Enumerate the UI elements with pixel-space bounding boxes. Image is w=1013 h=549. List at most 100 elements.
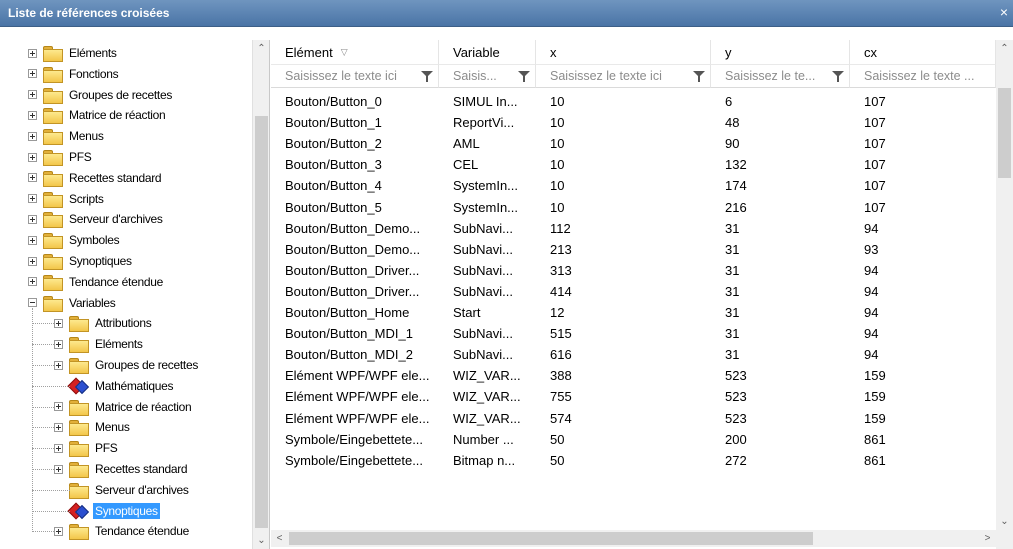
table-row[interactable]: Bouton/Button_Driver... SubNavi... 313 31 94 — [271, 260, 996, 281]
tree-item[interactable]: Eléments — [28, 43, 119, 63]
filter-input-y[interactable]: Saisissez le te... — [711, 64, 850, 88]
table-row[interactable]: Bouton/Button_4 SystemIn... 10 174 107 — [271, 175, 996, 196]
expand-icon[interactable] — [54, 318, 63, 328]
category-tree: Eléments Fonctions Groupes de recettes Matr… — [0, 40, 252, 549]
expand-icon[interactable] — [54, 339, 63, 349]
tree-item[interactable]: Scripts — [28, 189, 106, 209]
table-row[interactable]: Bouton/Button_Home Start 12 31 94 — [271, 302, 996, 323]
expand-icon[interactable] — [54, 360, 63, 370]
table-row[interactable]: Bouton/Button_0 SIMUL In... 10 6 107 — [271, 91, 996, 112]
tree-item[interactable]: Serveur d'archives — [54, 480, 191, 500]
table-row[interactable]: Bouton/Button_MDI_1 SubNavi... 515 31 94 — [271, 323, 996, 344]
cell-x: 10 — [550, 178, 565, 194]
collapse-icon[interactable] — [28, 298, 37, 308]
table-row[interactable]: Elément WPF/WPF ele... WIZ_VAR... 755 523 15… — [271, 386, 996, 407]
table-row[interactable]: Bouton/Button_Demo... SubNavi... 112 31 94 — [271, 218, 996, 239]
filter-input-x[interactable]: Saisissez le texte ici — [536, 64, 711, 88]
tree-connector — [32, 307, 33, 533]
scroll-down-icon[interactable]: ⌄ — [253, 532, 269, 549]
table-row[interactable]: Symbole/Eingebettete... Bitmap n... 50 272 8… — [271, 450, 996, 471]
expand-icon[interactable] — [54, 464, 63, 474]
grid-vertical-scrollbar[interactable]: ⌃ ⌄ — [996, 40, 1013, 530]
tree-item[interactable]: Groupes de recettes — [54, 355, 200, 375]
tree-vertical-scrollbar[interactable]: ⌃ ⌄ — [252, 40, 269, 549]
column-header-x[interactable]: x — [536, 40, 711, 64]
table-row[interactable]: Bouton/Button_Demo... SubNavi... 213 31 93 — [271, 239, 996, 260]
filter-icon[interactable] — [692, 70, 706, 83]
filter-input-element[interactable]: Saisissez le texte ici — [271, 64, 439, 88]
grid-pane: Elément ▽ Saisissez le texte ici Variable Sa… — [271, 40, 1013, 549]
table-row[interactable]: Bouton/Button_5 SystemIn... 10 216 107 — [271, 197, 996, 218]
tree-item[interactable]: Matrice de réaction — [28, 105, 167, 125]
tree-item[interactable]: Tendance étendue — [54, 521, 191, 541]
tree-item[interactable]: Symboles — [28, 230, 121, 250]
expand-icon[interactable] — [28, 131, 37, 141]
tree-item[interactable]: Synoptiques — [28, 251, 134, 271]
expand-icon[interactable] — [28, 173, 37, 183]
tree-item[interactable]: Serveur d'archives — [28, 209, 165, 229]
column-header-element[interactable]: Elément ▽ — [271, 40, 439, 64]
table-row[interactable]: Symbole/Eingebettete... Number ... 50 200 86… — [271, 429, 996, 450]
tree-item[interactable]: Eléments — [54, 334, 145, 354]
tree-item[interactable]: Menus — [54, 417, 132, 437]
tree-connector — [32, 406, 54, 408]
tree-item[interactable]: PFS — [28, 147, 93, 167]
table-row[interactable]: Bouton/Button_3 CEL 10 132 107 — [271, 154, 996, 175]
grid-hscroll-thumb[interactable] — [289, 532, 813, 545]
tree-item[interactable]: PFS — [54, 438, 119, 458]
table-row[interactable]: Bouton/Button_2 AML 10 90 107 — [271, 133, 996, 154]
expand-icon[interactable] — [28, 277, 37, 287]
cell-x: 313 — [550, 262, 572, 278]
expand-icon[interactable] — [28, 110, 37, 120]
expand-icon[interactable] — [54, 526, 63, 536]
expand-icon[interactable] — [28, 152, 37, 162]
expand-icon[interactable] — [54, 443, 63, 453]
tree-item[interactable]: Tendance étendue — [28, 272, 165, 292]
tree-item[interactable]: Fonctions — [28, 64, 120, 84]
filter-icon[interactable] — [517, 70, 531, 83]
tree-item[interactable]: Mathématiques — [54, 376, 175, 396]
grid-horizontal-scrollbar[interactable]: < > — [271, 530, 996, 547]
tree-item[interactable]: Menus — [28, 126, 106, 146]
tree-item[interactable]: Attributions — [54, 313, 153, 333]
tree-item[interactable]: Variables — [28, 293, 117, 313]
table-row[interactable]: Bouton/Button_1 ReportVi... 10 48 107 — [271, 112, 996, 133]
column-header-variable[interactable]: Variable — [439, 40, 536, 64]
expand-icon[interactable] — [28, 69, 37, 79]
expand-icon[interactable] — [28, 90, 37, 100]
table-row[interactable]: Bouton/Button_MDI_2 SubNavi... 616 31 94 — [271, 344, 996, 365]
expand-icon[interactable] — [28, 194, 37, 204]
expand-icon[interactable] — [54, 402, 63, 412]
expand-icon[interactable] — [28, 214, 37, 224]
filter-icon[interactable] — [831, 70, 845, 83]
table-row[interactable]: Bouton/Button_Driver... SubNavi... 414 31 94 — [271, 281, 996, 302]
close-icon[interactable]: × — [997, 4, 1011, 20]
table-row[interactable]: Elément WPF/WPF ele... WIZ_VAR... 388 523 15… — [271, 365, 996, 386]
expand-icon[interactable] — [54, 422, 63, 432]
tree-item[interactable]: Recettes standard — [28, 168, 163, 188]
expand-icon[interactable] — [28, 48, 37, 58]
cell-variable: WIZ_VAR... — [453, 389, 521, 405]
tree-connector — [32, 510, 70, 512]
cell-x: 10 — [550, 157, 565, 173]
tree-scroll-thumb[interactable] — [255, 116, 268, 528]
expand-icon[interactable] — [28, 235, 37, 245]
column-header-cx[interactable]: cx — [850, 40, 996, 64]
tree-item[interactable]: Groupes de recettes — [28, 85, 174, 105]
filter-input-cx[interactable]: Saisissez le texte ... — [850, 64, 996, 88]
scroll-down-icon[interactable]: ⌄ — [996, 513, 1013, 530]
column-header-y[interactable]: y — [711, 40, 850, 64]
filter-input-variable[interactable]: Saisis... — [439, 64, 536, 88]
grid-vscroll-thumb[interactable] — [998, 88, 1011, 178]
scroll-left-icon[interactable]: < — [271, 530, 288, 547]
scroll-right-icon[interactable]: > — [979, 530, 996, 547]
scroll-up-icon[interactable]: ⌃ — [996, 40, 1013, 57]
expand-icon[interactable] — [28, 256, 37, 266]
cell-cx: 94 — [864, 326, 879, 342]
table-row[interactable]: Elément WPF/WPF ele... WIZ_VAR... 574 523 15… — [271, 408, 996, 429]
cell-element: Bouton/Button_1 — [285, 115, 382, 131]
scroll-up-icon[interactable]: ⌃ — [253, 40, 269, 57]
filter-icon[interactable] — [420, 70, 434, 83]
tree-item[interactable]: Matrice de réaction — [54, 397, 193, 417]
tree-item[interactable]: Recettes standard — [54, 459, 189, 479]
